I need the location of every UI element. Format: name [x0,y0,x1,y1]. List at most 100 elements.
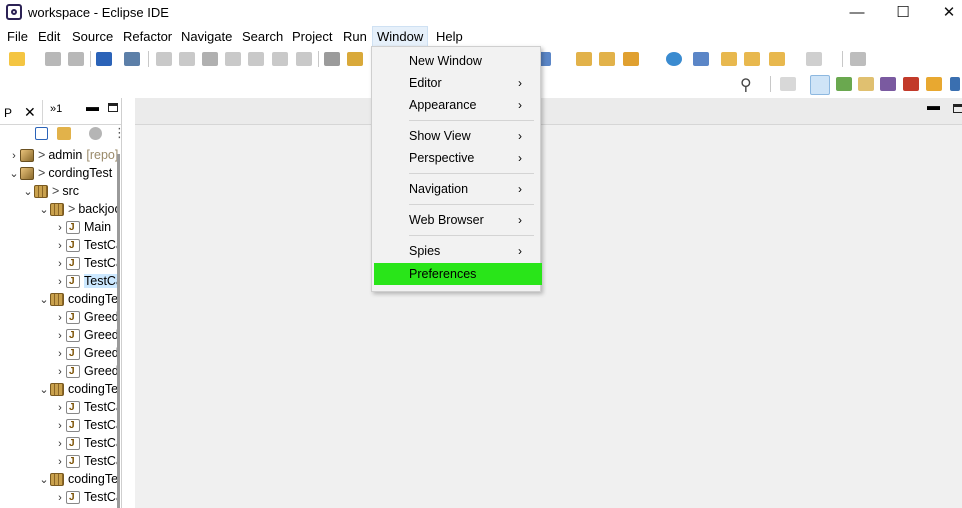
menu-item-appearance[interactable]: Appearance › [372,94,540,116]
forward-icon[interactable] [806,52,822,66]
save-icon[interactable] [45,52,61,66]
tree-row[interactable]: ⌄ >backjoon [38,200,118,218]
tree-row[interactable]: › Greedy [54,326,118,345]
more-tabs-indicator[interactable]: »1 [50,103,62,115]
tree-row[interactable]: ⌄ codingTest [38,290,118,308]
menu-item-editor[interactable]: Editor › [372,72,540,94]
tree-row[interactable]: ⌄ > cordingTest [8,164,112,182]
search-icon[interactable]: ⚲ [740,75,752,95]
new-icon[interactable] [9,52,25,66]
step-over-icon[interactable] [272,52,288,66]
minimize-window-button[interactable]: — [834,0,880,26]
minimize-icon[interactable]: ▬ [86,99,99,114]
tree-row[interactable]: ⌄ codingTest [38,380,118,398]
chevron-right-icon[interactable]: › [54,399,66,417]
chevron-right-icon[interactable]: › [8,147,20,165]
chevron-down-icon[interactable]: ⌄ [38,201,50,219]
run-external-icon[interactable] [347,52,363,66]
terminate-icon[interactable] [202,52,218,66]
suspend-icon[interactable] [179,52,195,66]
chevron-down-icon[interactable]: ⌄ [38,291,50,309]
save-all-icon[interactable] [68,52,84,66]
next-annotation-icon[interactable] [744,52,760,66]
tree-row[interactable]: › TestCase [54,434,118,453]
tree-row[interactable]: › Greedy [54,362,118,381]
debug-perspective-icon[interactable] [836,77,852,91]
chevron-down-icon[interactable]: ⌄ [22,183,34,201]
menu-run[interactable]: Run [339,26,371,47]
chevron-right-icon[interactable]: › [54,219,66,237]
open-task-icon[interactable] [599,52,615,66]
tree-row[interactable]: ⌄ codingTest [38,470,118,488]
menu-item-perspective[interactable]: Perspective › [372,147,540,169]
plugin-perspective-icon[interactable] [903,77,919,91]
chevron-right-icon[interactable]: › [54,345,66,363]
tree-row[interactable]: › > admin [repo] [8,146,118,164]
chevron-down-icon[interactable]: ⌄ [38,381,50,399]
chevron-right-icon[interactable]: › [54,327,66,345]
use-step-filters-icon[interactable] [324,52,340,66]
chevron-down-icon[interactable]: ⌄ [38,471,50,489]
team-perspective-icon[interactable] [880,77,896,91]
tree-row[interactable]: › TestCase [54,254,118,273]
open-console-icon[interactable] [96,52,112,66]
open-perspective-icon[interactable] [780,77,796,91]
chevron-right-icon[interactable]: › [54,273,66,291]
tree-row[interactable]: › TestCase [54,398,118,417]
chevron-right-icon[interactable]: › [54,255,66,273]
minimize-icon[interactable]: ▬ [927,98,940,113]
skip-breakpoints-icon[interactable] [124,52,140,66]
search-toolbar-icon[interactable] [693,52,709,66]
step-return-icon[interactable] [296,52,312,66]
maximize-window-button[interactable]: ☐ [880,0,926,26]
chevron-right-icon[interactable]: › [54,309,66,327]
tree-row[interactable]: › TestCase [54,272,118,291]
chevron-right-icon[interactable]: › [54,417,66,435]
git-perspective-icon[interactable] [858,77,874,91]
chevron-right-icon[interactable]: › [54,453,66,471]
tree-row[interactable]: › TestCase [54,488,118,507]
prev-annotation-icon[interactable] [721,52,737,66]
tree-row[interactable]: › Greedy [54,344,118,363]
menu-navigate[interactable]: Navigate [177,26,236,47]
menu-help[interactable]: Help [432,26,467,47]
resume-icon[interactable] [156,52,172,66]
chevron-right-icon[interactable]: › [54,237,66,255]
menu-item-new-window[interactable]: New Window [372,50,540,72]
maximize-icon[interactable] [108,103,118,112]
link-with-editor-icon[interactable] [57,127,71,140]
vertical-scrollbar[interactable] [117,154,120,508]
pin-editor-icon[interactable] [850,52,866,66]
menu-item-navigation[interactable]: Navigation › [372,178,540,200]
back-icon[interactable] [769,52,785,66]
tree-row[interactable]: ⌄ > src [22,182,79,200]
menu-source[interactable]: Source [68,26,117,47]
java-perspective-icon[interactable] [810,75,830,95]
resource-perspective-icon[interactable] [950,77,960,91]
menu-item-show-view[interactable]: Show View › [372,125,540,147]
menu-edit[interactable]: Edit [34,26,64,47]
menu-item-spies[interactable]: Spies › [372,240,540,262]
tree-row[interactable]: › TestCase [54,452,118,471]
chevron-right-icon[interactable]: › [54,363,66,381]
maximize-icon[interactable] [953,104,962,113]
tree-row[interactable]: › Greedy [54,308,118,327]
tab-package-explorer[interactable]: P ✕ [0,100,43,124]
run-last-tool-icon[interactable] [623,52,639,66]
collapse-all-icon[interactable] [35,127,48,140]
tree-row[interactable]: › TestCase [54,236,118,255]
menu-refactor[interactable]: Refactor [119,26,176,47]
close-window-button[interactable]: ✕ [926,0,962,26]
menu-project[interactable]: Project [288,26,336,47]
view-menu-icon[interactable]: ⋮ [113,125,126,141]
disconnect-icon[interactable] [225,52,241,66]
chevron-right-icon[interactable]: › [54,489,66,507]
menu-file[interactable]: File [3,26,32,47]
open-type-icon[interactable] [576,52,592,66]
menu-item-preferences[interactable]: Preferences [374,263,542,285]
sun-perspective-icon[interactable] [926,77,942,91]
step-into-icon[interactable] [248,52,264,66]
menu-window[interactable]: Window [372,26,429,47]
tree-row[interactable]: › Main [54,218,111,237]
tree-row[interactable]: › TestCase [54,416,118,435]
